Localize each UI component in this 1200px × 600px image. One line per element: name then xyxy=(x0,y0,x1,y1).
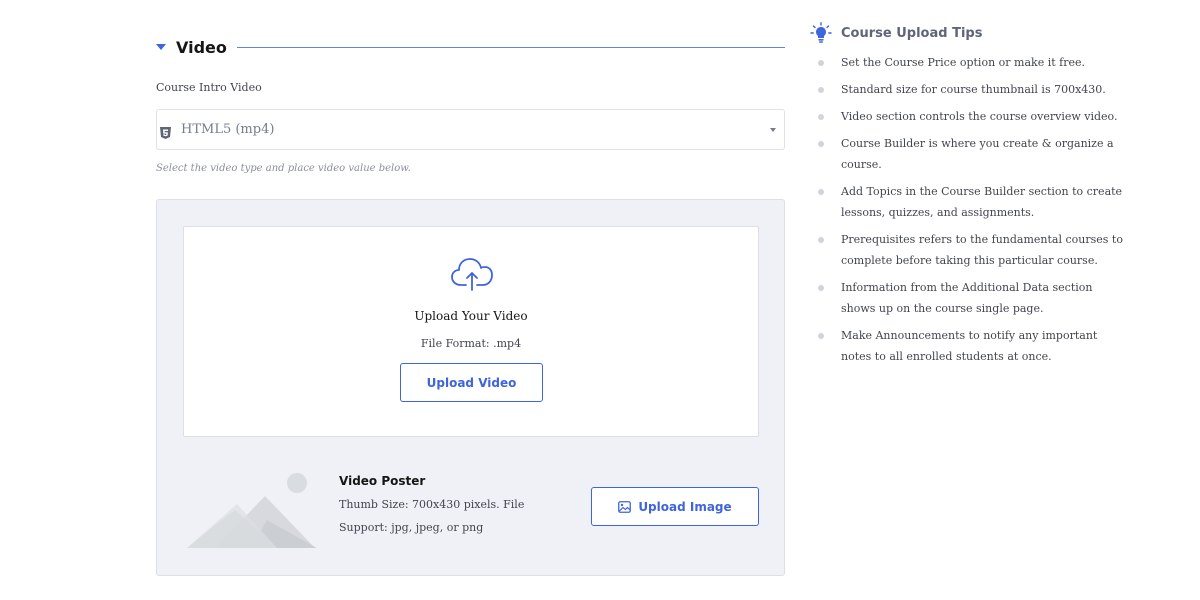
dropzone-title: Upload Your Video xyxy=(414,309,528,323)
video-upload-panel: Upload Your Video File Format: .mp4 Uplo… xyxy=(156,199,785,576)
tip-text: Standard size for course thumbnail is 70… xyxy=(841,83,1106,96)
image-placeholder-icon xyxy=(187,473,317,548)
video-section-header[interactable]: Video xyxy=(156,34,785,60)
list-item: Prerequisites refers to the fundamental … xyxy=(818,229,1128,271)
tips-title: Course Upload Tips xyxy=(841,25,983,41)
image-icon xyxy=(618,500,632,513)
tip-text: Make Announcements to notify any importa… xyxy=(841,329,1098,363)
poster-title: Video Poster xyxy=(339,474,426,488)
tip-text: Course Builder is where you create & org… xyxy=(841,137,1114,171)
upload-image-button[interactable]: Upload Image xyxy=(591,487,759,526)
section-divider xyxy=(236,46,785,48)
cloud-upload-icon xyxy=(451,258,493,291)
list-item: Information from the Additional Data sec… xyxy=(818,277,1128,319)
dropzone-format: File Format: .mp4 xyxy=(420,337,522,350)
tip-text: Video section controls the course overvi… xyxy=(841,110,1118,123)
tips-header: Course Upload Tips xyxy=(810,22,982,44)
intro-video-label: Course Intro Video xyxy=(156,81,262,94)
tip-text: Prerequisites refers to the fundamental … xyxy=(841,233,1123,267)
bullet-icon xyxy=(818,114,824,120)
list-item: Add Topics in the Course Builder section… xyxy=(818,181,1128,223)
poster-description: Thumb Size: 700x430 pixels. File Support… xyxy=(339,498,525,534)
bullet-icon xyxy=(818,60,824,66)
upload-video-button[interactable]: Upload Video xyxy=(400,363,543,402)
video-source-value: HTML5 (mp4) xyxy=(181,122,275,137)
section-title: Video xyxy=(176,37,227,57)
list-item: Make Announcements to notify any importa… xyxy=(818,325,1128,367)
list-item: Set the Course Price option or make it f… xyxy=(818,52,1128,73)
list-item: Course Builder is where you create & org… xyxy=(818,133,1128,175)
html5-icon xyxy=(160,124,171,139)
bullet-icon xyxy=(818,87,824,93)
bullet-icon xyxy=(818,189,824,195)
list-item: Video section controls the course overvi… xyxy=(818,106,1128,127)
bullet-icon xyxy=(818,285,824,291)
video-dropzone[interactable]: Upload Your Video File Format: .mp4 Uplo… xyxy=(183,226,759,437)
chevron-down-icon xyxy=(770,128,776,132)
bullet-icon xyxy=(818,237,824,243)
tip-text: Add Topics in the Course Builder section… xyxy=(841,185,1123,219)
bullet-icon xyxy=(818,141,824,147)
video-source-select[interactable]: HTML5 (mp4) xyxy=(156,109,785,150)
tips-list: Set the Course Price option or make it f… xyxy=(818,52,1128,373)
collapse-caret-icon[interactable] xyxy=(156,44,166,50)
tip-text: Information from the Additional Data sec… xyxy=(841,281,1093,315)
lightbulb-icon xyxy=(810,22,832,43)
upload-image-label: Upload Image xyxy=(638,499,732,514)
tip-text: Set the Course Price option or make it f… xyxy=(841,56,1085,69)
list-item: Standard size for course thumbnail is 70… xyxy=(818,79,1128,100)
video-source-hint: Select the video type and place video va… xyxy=(156,163,411,174)
bullet-icon xyxy=(818,333,824,339)
